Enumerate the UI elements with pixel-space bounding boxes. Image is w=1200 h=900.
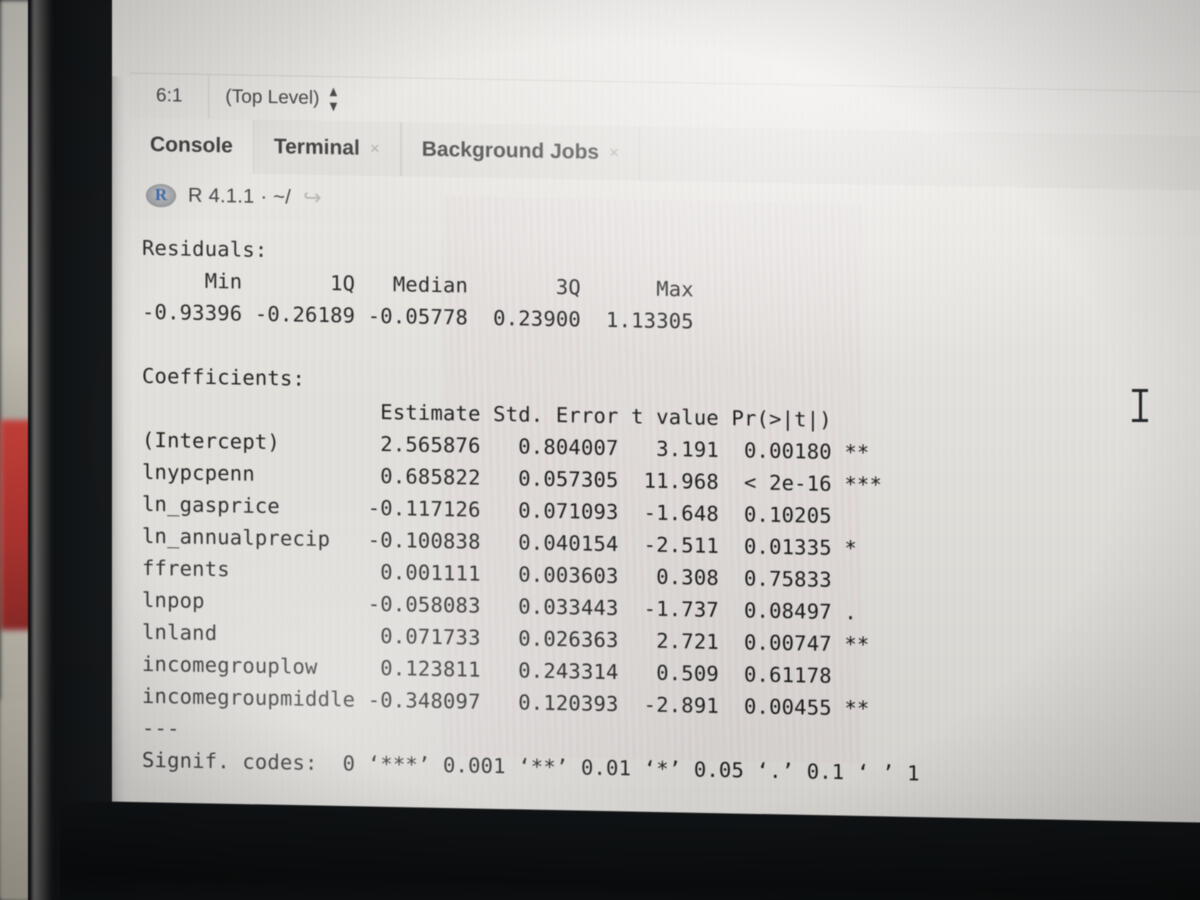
- laptop-screen: 6:1 (Top Level) ▲ ▼ Console Terminal × Ba…: [112, 0, 1200, 842]
- tab-terminal[interactable]: Terminal ×: [252, 119, 401, 177]
- close-icon[interactable]: ×: [609, 143, 619, 163]
- coefficient-row: (Intercept) 2.565876 0.804007 3.191 0.00…: [142, 427, 882, 465]
- chevron-up-down-icon: ▲ ▼: [327, 83, 341, 116]
- coefficient-row: incomegrouplow 0.123811 0.243314 0.509 0…: [142, 651, 882, 689]
- coefficient-row: ffrents 0.001111 0.003603 0.308 0.75833: [142, 555, 882, 593]
- close-icon[interactable]: ×: [370, 139, 380, 159]
- r-logo-letter: R: [154, 185, 168, 205]
- cursor-position-label: 6:1: [156, 85, 183, 107]
- popout-arrow-icon[interactable]: ↪: [303, 185, 321, 211]
- coefficient-row: lnypcpenn 0.685822 0.057305 11.968 < 2e-…: [142, 459, 882, 497]
- coefficient-row: lnpop -0.058083 0.033443 -1.737 0.08497 …: [142, 587, 882, 625]
- r-version-path: R 4.1.1 · ~/: [188, 184, 292, 208]
- residuals-header-row: Min 1Q Median 3Q Max: [142, 267, 707, 302]
- residuals-values-row: -0.93396 -0.26189 -0.05778 0.23900 1.133…: [142, 299, 707, 334]
- scope-label: (Top Level): [225, 86, 320, 109]
- signif-codes-line: Signif. codes: 0 ‘***’ 0.001 ‘**’ 0.01 ‘…: [142, 747, 920, 786]
- coefficients-header-row: Estimate Std. Error t value Pr(>|t|): [142, 395, 882, 433]
- tab-background-jobs[interactable]: Background Jobs ×: [400, 122, 641, 181]
- tab-console-label: Console: [150, 132, 233, 158]
- coefficient-row: lnland 0.071733 0.026363 2.721 0.00747 *…: [142, 619, 882, 657]
- coefficient-row: ln_annualprecip -0.100838 0.040154 -2.51…: [142, 523, 882, 561]
- tab-console[interactable]: Console: [130, 117, 253, 174]
- laptop-screen-photo: 6:1 (Top Level) ▲ ▼ Console Terminal × Ba…: [0, 0, 1200, 900]
- laptop-bezel-highlight: [32, 0, 52, 900]
- coefficient-row: ln_gasprice -0.117126 0.071093 -1.648 0.…: [142, 491, 882, 529]
- scope-selector[interactable]: (Top Level) ▲ ▼: [209, 75, 357, 122]
- tab-background-jobs-label: Background Jobs: [421, 137, 600, 164]
- console-output[interactable]: Residuals: Min 1Q Median 3Q Max -0.93396…: [130, 217, 1200, 797]
- residuals-heading: Residuals:: [142, 235, 268, 263]
- cursor-position-indicator[interactable]: 6:1: [130, 73, 210, 120]
- coefficients-heading: Coefficients:: [142, 363, 306, 391]
- separator-line: ---: [142, 715, 180, 741]
- tab-terminal-label: Terminal: [273, 135, 360, 160]
- coefficient-row: incomegroupmiddle -0.348097 0.120393 -2.…: [142, 683, 882, 721]
- r-logo-icon: R: [146, 183, 176, 207]
